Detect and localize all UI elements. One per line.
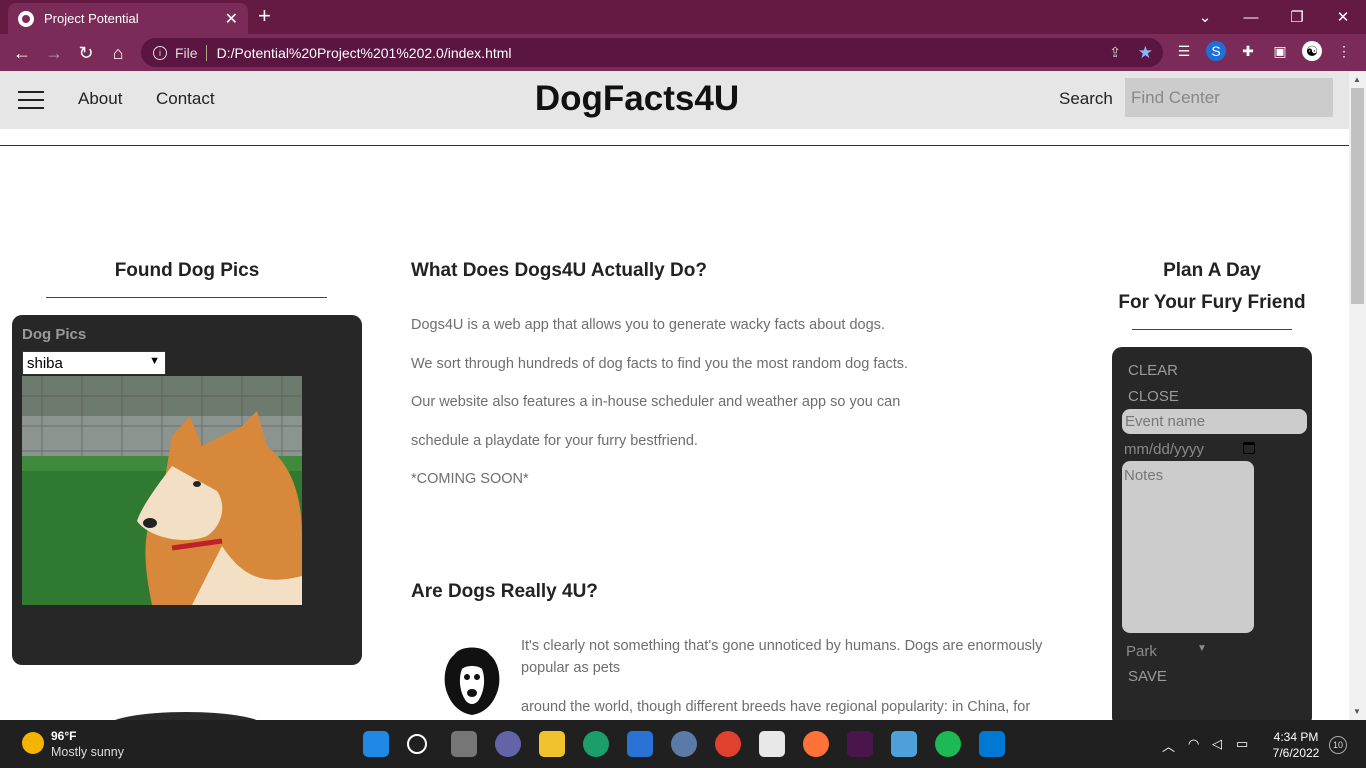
dog-photo <box>22 376 302 605</box>
address-bar[interactable]: i File D:/Potential%20Project%201%202.0/… <box>141 38 1163 67</box>
browser-tab-strip: Project Potential ✕ + ⌄ — ❐ ✕ <box>0 0 1366 34</box>
about-heading: What Does Dogs4U Actually Do? <box>411 260 707 281</box>
notification-badge[interactable]: 10 <box>1329 736 1347 754</box>
settings-gear-icon[interactable] <box>671 731 697 757</box>
dogs-paragraph-1: It's clearly not something that's gone u… <box>521 638 1043 654</box>
scroll-down-icon[interactable]: ▼ <box>1353 707 1361 716</box>
tab-groups-icon[interactable]: ☰ <box>1174 41 1194 61</box>
clock-date: 7/6/2022 <box>1272 746 1320 760</box>
tab-close-icon[interactable]: ✕ <box>225 9 238 29</box>
dogs-paragraph-3: around the world, though different breed… <box>521 699 1031 715</box>
home-icon[interactable]: ⌂ <box>105 40 131 66</box>
task-view-icon[interactable] <box>451 731 477 757</box>
shiba-photo-drawing <box>22 376 302 605</box>
weather-temp[interactable]: 96°F <box>51 729 76 743</box>
teams-icon[interactable] <box>495 731 521 757</box>
back-icon[interactable]: ← <box>9 40 35 66</box>
puzzle-icon[interactable]: ✚ <box>1238 41 1258 61</box>
restore-button[interactable]: ❐ <box>1274 0 1320 34</box>
site-header: About Contact DogFacts4U Search <box>0 71 1349 129</box>
profile-avatar[interactable]: ☯ <box>1302 41 1322 61</box>
chevron-down-icon: ▼ <box>149 355 160 367</box>
clock-time: 4:34 PM <box>1273 730 1319 744</box>
tab-title: Project Potential <box>44 11 139 26</box>
coming-soon-text: *COMING SOON* <box>411 471 529 487</box>
chrome-icon[interactable] <box>715 731 741 757</box>
chevron-down-icon: ▼ <box>1197 643 1207 654</box>
about-paragraph-2: We sort through hundreds of dog facts to… <box>411 356 909 372</box>
notes-textarea[interactable]: Notes <box>1122 461 1254 633</box>
info-icon[interactable]: i <box>153 45 167 60</box>
dog-pics-label: Dog Pics <box>22 326 87 343</box>
reload-icon[interactable]: ↻ <box>73 40 99 66</box>
volume-icon[interactable]: ◁ <box>1212 736 1222 752</box>
dog-pics-divider <box>46 297 327 298</box>
calendar-icon[interactable] <box>1243 442 1255 454</box>
slack-icon[interactable] <box>847 731 873 757</box>
weather-desc[interactable]: Mostly sunny <box>51 745 124 759</box>
search-label: Search <box>1059 89 1113 108</box>
menu-dots-icon[interactable]: ⋮ <box>1334 41 1354 61</box>
date-placeholder: mm/dd/yyyy <box>1124 440 1205 458</box>
scroll-up-icon[interactable]: ▲ <box>1353 75 1361 84</box>
close-window-button[interactable]: ✕ <box>1320 0 1366 34</box>
firefox-icon[interactable] <box>803 731 829 757</box>
extension-icon[interactable]: S <box>1206 41 1226 61</box>
about-paragraph-4: schedule a playdate for your furry bestf… <box>411 433 698 449</box>
scheduler-card: CLEAR CLOSE Event name mm/dd/yyyy Notes … <box>1112 347 1312 727</box>
control-panel-icon[interactable] <box>891 731 917 757</box>
minimize-button[interactable]: — <box>1228 0 1274 34</box>
scrollbar-thumb[interactable] <box>1351 88 1364 304</box>
plan-divider <box>1132 329 1292 330</box>
event-name-input[interactable]: Event name <box>1122 409 1307 434</box>
start-icon[interactable] <box>363 731 389 757</box>
chevron-up-icon[interactable]: ︿ <box>1162 736 1175 755</box>
search-icon[interactable] <box>407 734 427 754</box>
battery-icon[interactable]: ▭ <box>1236 736 1248 752</box>
wifi-icon[interactable]: ◠ <box>1188 736 1199 752</box>
place-select[interactable]: Park ▼ <box>1126 643 1207 660</box>
search-input[interactable] <box>1125 78 1333 117</box>
clear-button[interactable]: CLEAR <box>1128 362 1178 379</box>
forward-icon[interactable]: → <box>41 40 67 66</box>
new-tab-button[interactable]: + <box>258 4 271 28</box>
breed-select[interactable]: shiba ▼ <box>22 351 166 375</box>
place-select-value: Park <box>1126 643 1157 660</box>
sidebar-icon[interactable]: ▣ <box>1270 41 1290 61</box>
dogs-heading: Are Dogs Really 4U? <box>411 581 598 602</box>
browser-toolbar: ← → ↻ ⌂ i File D:/Potential%20Project%20… <box>0 34 1366 71</box>
url-text: D:/Potential%20Project%201%202.0/index.h… <box>216 44 512 61</box>
file-explorer-icon[interactable] <box>539 731 565 757</box>
about-paragraph-1: Dogs4U is a web app that allows you to g… <box>411 317 885 333</box>
chrome-favicon-icon <box>18 10 34 27</box>
header-divider <box>0 145 1349 146</box>
system-clock[interactable]: 4:34 PM 7/6/2022 <box>1270 729 1322 761</box>
about-paragraph-3: Our website also features a in-house sch… <box>411 394 901 410</box>
dog-pics-heading: Found Dog Pics <box>114 260 260 281</box>
dogs-paragraph-2: popular as pets <box>521 660 621 676</box>
tab-search-chevron-icon[interactable]: ⌄ <box>1182 0 1228 34</box>
plan-heading-line1: Plan A Day <box>1163 260 1261 281</box>
date-input[interactable]: mm/dd/yyyy <box>1122 438 1255 460</box>
star-icon[interactable]: ★ <box>1138 43 1153 63</box>
share-icon[interactable]: ⇪ <box>1109 44 1121 61</box>
windows-taskbar: 96°F Mostly sunny ︿ ◠ ◁ ▭ 4:34 PM 7/6/20… <box>0 720 1366 768</box>
notes-app-icon[interactable] <box>759 731 785 757</box>
vscode-icon[interactable] <box>979 731 1005 757</box>
dog-sketch-icon <box>444 647 500 715</box>
page-scrollbar[interactable]: ▲ ▼ <box>1349 71 1366 720</box>
spotify-icon[interactable] <box>935 731 961 757</box>
breed-select-value: shiba <box>27 354 63 372</box>
edge-icon[interactable] <box>583 731 609 757</box>
store-icon[interactable] <box>627 731 653 757</box>
browser-tab[interactable]: Project Potential ✕ <box>8 3 248 34</box>
plan-heading-line2: For Your Fury Friend <box>1118 292 1306 313</box>
dog-pics-card: Dog Pics shiba ▼ <box>12 315 362 665</box>
save-button[interactable]: SAVE <box>1128 668 1167 685</box>
weather-sun-icon[interactable] <box>22 732 44 754</box>
file-label: File <box>175 44 207 61</box>
close-button[interactable]: CLOSE <box>1128 388 1179 405</box>
